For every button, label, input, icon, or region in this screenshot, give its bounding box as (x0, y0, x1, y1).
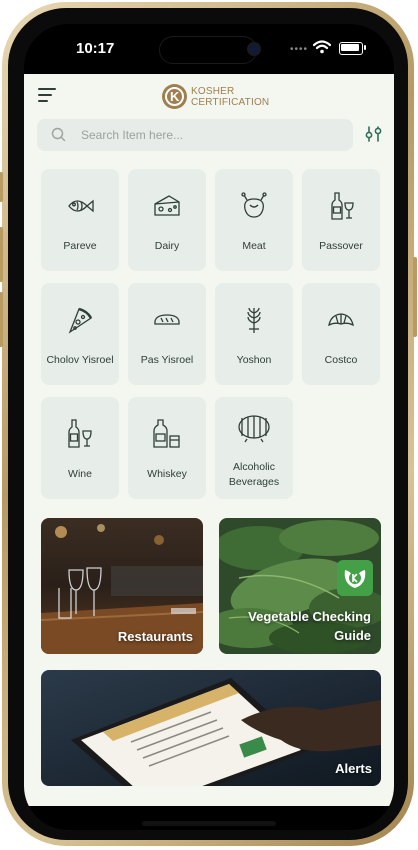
wheat-icon (247, 307, 261, 333)
category-whiskey[interactable]: Whiskey (128, 397, 206, 499)
tile-label: Passover (319, 240, 363, 252)
alerts-card[interactable]: Alerts (41, 670, 381, 786)
vegetable-checking-label: Vegetable Checking Guide (248, 609, 371, 643)
screen: 10:17 •••• K KOSHER CERTIFICATION Search… (24, 24, 394, 830)
category-costco[interactable]: Costco (302, 283, 380, 385)
home-indicator[interactable] (142, 821, 276, 826)
category-dairy[interactable]: Dairy (128, 169, 206, 271)
tile-label: Dairy (154, 240, 180, 252)
logo-text: KOSHER CERTIFICATION (191, 86, 270, 108)
search-input[interactable]: Search Item here... (81, 128, 183, 142)
pizza-icon (68, 307, 93, 334)
kosher-leaf-icon (344, 570, 366, 588)
tile-label: Alcoholic Beverages (228, 461, 280, 488)
brand-logo: K KOSHER CERTIFICATION (162, 82, 272, 112)
poultry-icon (241, 192, 267, 218)
bread-icon (154, 314, 180, 325)
leaf-badge (337, 560, 373, 596)
fish-icon (68, 199, 94, 213)
tile-label: Wine (68, 468, 92, 480)
tile-label: Whiskey (147, 468, 187, 480)
restaurants-card[interactable]: Restaurants (41, 518, 203, 654)
category-pas-yisroel[interactable]: Pas Yisroel (128, 283, 206, 385)
alerts-label: Alerts (335, 761, 372, 776)
search-icon (51, 127, 66, 142)
restaurants-label: Restaurants (117, 629, 193, 644)
category-cholov-yisroel[interactable]: Cholov Yisroel (41, 283, 119, 385)
logo-badge: K (162, 84, 187, 109)
filter-icon[interactable] (365, 126, 383, 142)
volume-down-button (0, 292, 3, 347)
status-bar: 10:17 •••• (24, 24, 394, 76)
dynamic-island (159, 36, 257, 64)
mute-switch (0, 172, 3, 202)
category-meat[interactable]: Meat (215, 169, 293, 271)
category-yoshon[interactable]: Yoshon (215, 283, 293, 385)
battery-tip (364, 45, 366, 50)
tile-label: Pareve (63, 240, 97, 252)
vegetable-checking-card[interactable]: Vegetable Checking Guide (219, 518, 381, 654)
app-content: K KOSHER CERTIFICATION Search Item here.… (24, 74, 394, 806)
volume-up-button (0, 227, 3, 282)
signal-icon: •••• (290, 44, 309, 55)
category-pareve[interactable]: Pareve (41, 169, 119, 271)
cheese-icon (154, 195, 180, 216)
tile-label: Costco (324, 354, 358, 366)
battery-icon (339, 42, 363, 55)
category-wine[interactable]: Wine (41, 397, 119, 499)
croissant-icon (328, 313, 354, 327)
wine-icon (68, 419, 92, 448)
power-button (413, 257, 417, 337)
category-passover[interactable]: Passover (302, 169, 380, 271)
camera-icon (247, 42, 261, 56)
tile-label: Pas Yisroel (140, 354, 194, 366)
wine-bottle-glass-icon (331, 192, 354, 220)
whiskey-icon (153, 419, 180, 448)
menu-icon[interactable] (38, 88, 58, 104)
barrel-icon (238, 415, 270, 443)
wifi-icon (313, 40, 331, 54)
phone-frame: 10:17 •••• K KOSHER CERTIFICATION Search… (0, 2, 417, 846)
tile-label: Yoshon (236, 354, 272, 366)
tile-label: Meat (242, 240, 266, 252)
tablet-photo (41, 670, 381, 786)
category-alcoholic-beverages[interactable]: Alcoholic Beverages (215, 397, 293, 499)
tile-label: Cholov Yisroel (46, 354, 114, 366)
status-time: 10:17 (76, 40, 115, 57)
search-bar[interactable]: Search Item here... (37, 119, 353, 151)
